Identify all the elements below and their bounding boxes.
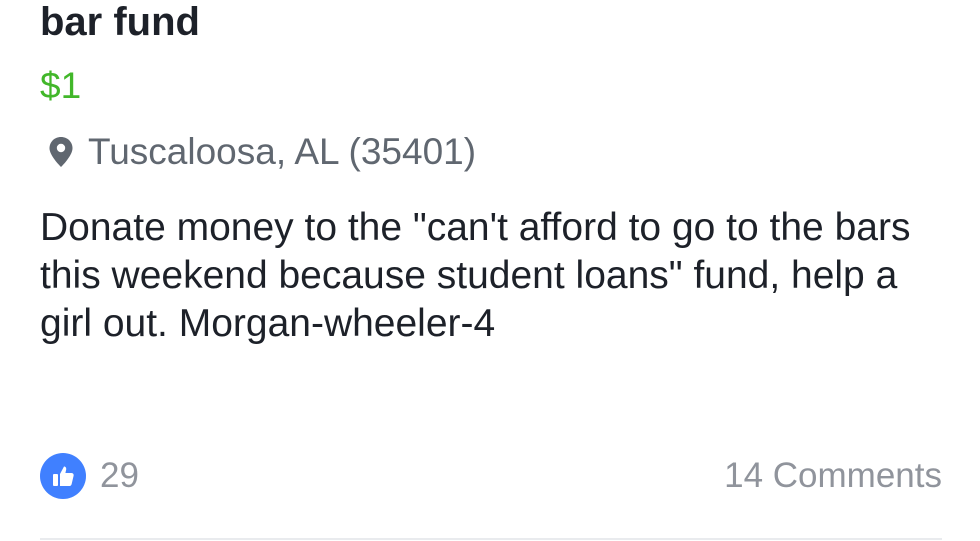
location-row: Tuscaloosa, AL (35401) <box>48 128 476 176</box>
thumbs-up-icon[interactable] <box>40 453 86 499</box>
post-description: Donate money to the "can't afford to go … <box>40 206 911 345</box>
price: $1 <box>40 65 82 106</box>
marketplace-post: bar fund $1 Tuscaloosa, AL (35401) Donat… <box>0 0 980 541</box>
location-text: Tuscaloosa, AL (35401) <box>88 131 477 172</box>
post-title: bar fund <box>40 0 200 44</box>
divider <box>40 538 942 540</box>
comments-link[interactable]: 14 Comments <box>724 456 942 496</box>
map-pin-icon <box>48 136 74 168</box>
likes-summary[interactable]: 29 <box>40 453 139 499</box>
like-count: 29 <box>100 456 139 495</box>
reaction-bar: 29 14 Comments <box>40 448 942 504</box>
